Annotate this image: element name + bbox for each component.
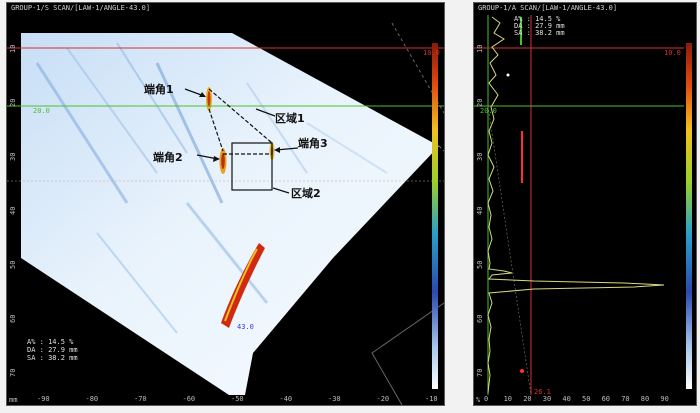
zone1-label: 区域1 bbox=[275, 112, 305, 125]
sscan-depth-tick: 20 bbox=[9, 98, 17, 107]
ascan-x-tick: 10 bbox=[503, 395, 513, 403]
ascan-readout: A% : 14.5 % DA : 27.9 mm SA : 38.2 mm bbox=[514, 15, 565, 37]
ascan-x-tick: 80 bbox=[640, 395, 650, 403]
sscan-depth-tick: 40 bbox=[9, 206, 17, 215]
ascan-depth-tick: 20 bbox=[476, 98, 484, 107]
sscan-x-tick: -10 bbox=[425, 395, 438, 403]
sscan-angle-label: 43.0 bbox=[237, 323, 254, 331]
ascan-x-tick: 60 bbox=[601, 395, 611, 403]
sscan-x-tick: -90 bbox=[37, 395, 50, 403]
sscan-x-unit: mm bbox=[9, 396, 18, 404]
sscan-depth-tick: 50 bbox=[9, 260, 17, 269]
ascan-trace bbox=[487, 16, 665, 394]
ascan-ref-label: 10.0 bbox=[664, 49, 681, 57]
sscan-sector bbox=[21, 33, 439, 395]
ascan-image[interactable] bbox=[474, 3, 696, 405]
ascan-x-tick: 40 bbox=[562, 395, 571, 403]
tip3-label: 端角3 bbox=[298, 137, 328, 150]
ascan-x-tick: 50 bbox=[582, 395, 591, 403]
ascan-colorbar bbox=[686, 43, 692, 389]
sscan-panel: GROUP-1/S SCAN/[LAW-1/ANGLE-43.0] A%: 1… bbox=[6, 2, 445, 406]
sscan-x-tick: -80 bbox=[85, 395, 99, 403]
sscan-ref-label: 10.0 bbox=[423, 49, 440, 57]
ascan-x-tick: 30 bbox=[542, 395, 552, 403]
ascan-x-unit: % bbox=[476, 396, 481, 404]
sscan-colorbar bbox=[432, 43, 438, 389]
ascan-depth-tick: 40 bbox=[476, 206, 484, 215]
ascan-x-tick: 20 bbox=[523, 395, 532, 403]
zone2-label: 区域2 bbox=[291, 187, 321, 200]
tip1-label: 端角1 bbox=[144, 83, 174, 96]
sscan-x-tick: -40 bbox=[279, 395, 293, 403]
sscan-depth-tick: 30 bbox=[9, 152, 17, 161]
ascan-x-tick: 70 bbox=[621, 395, 630, 403]
sscan-x-tick: -20 bbox=[376, 395, 390, 403]
ascan-depth-tick: 60 bbox=[476, 314, 484, 323]
sscan-x-tick: -70 bbox=[134, 395, 147, 403]
ascan-depth-tick: 30 bbox=[476, 152, 484, 161]
sscan-depth-tick: 60 bbox=[9, 314, 17, 323]
sscan-readout: A% : 14.5 % DA : 27.9 mm SA : 38.2 mm bbox=[27, 338, 78, 362]
sscan-x-tick: -60 bbox=[182, 395, 196, 403]
sscan-gate-label: 20.0 bbox=[33, 107, 50, 115]
ascan-marker bbox=[506, 73, 510, 77]
tip2-label: 端角2 bbox=[153, 151, 183, 164]
ascan-gate-label: 20.0 bbox=[480, 107, 497, 115]
ascan-depth-tick: 70 bbox=[476, 368, 484, 377]
ascan-panel: GROUP-1/A SCAN/[LAW-1/ANGLE-43.0] A%: 1… bbox=[473, 2, 697, 406]
ascan-x-tick: 0 bbox=[484, 395, 489, 403]
sscan-depth-tick: 70 bbox=[9, 368, 17, 377]
ascan-depth-tick: 50 bbox=[476, 260, 484, 269]
sscan-x-tick: -50 bbox=[231, 395, 244, 403]
ascan-peak-marker bbox=[520, 369, 524, 373]
sscan-depth-tick: 10 bbox=[9, 44, 17, 53]
ascan-depth-tick: 10 bbox=[476, 44, 484, 53]
sscan-x-tick: -30 bbox=[328, 395, 341, 403]
ascan-x-tick: 90 bbox=[660, 395, 669, 403]
